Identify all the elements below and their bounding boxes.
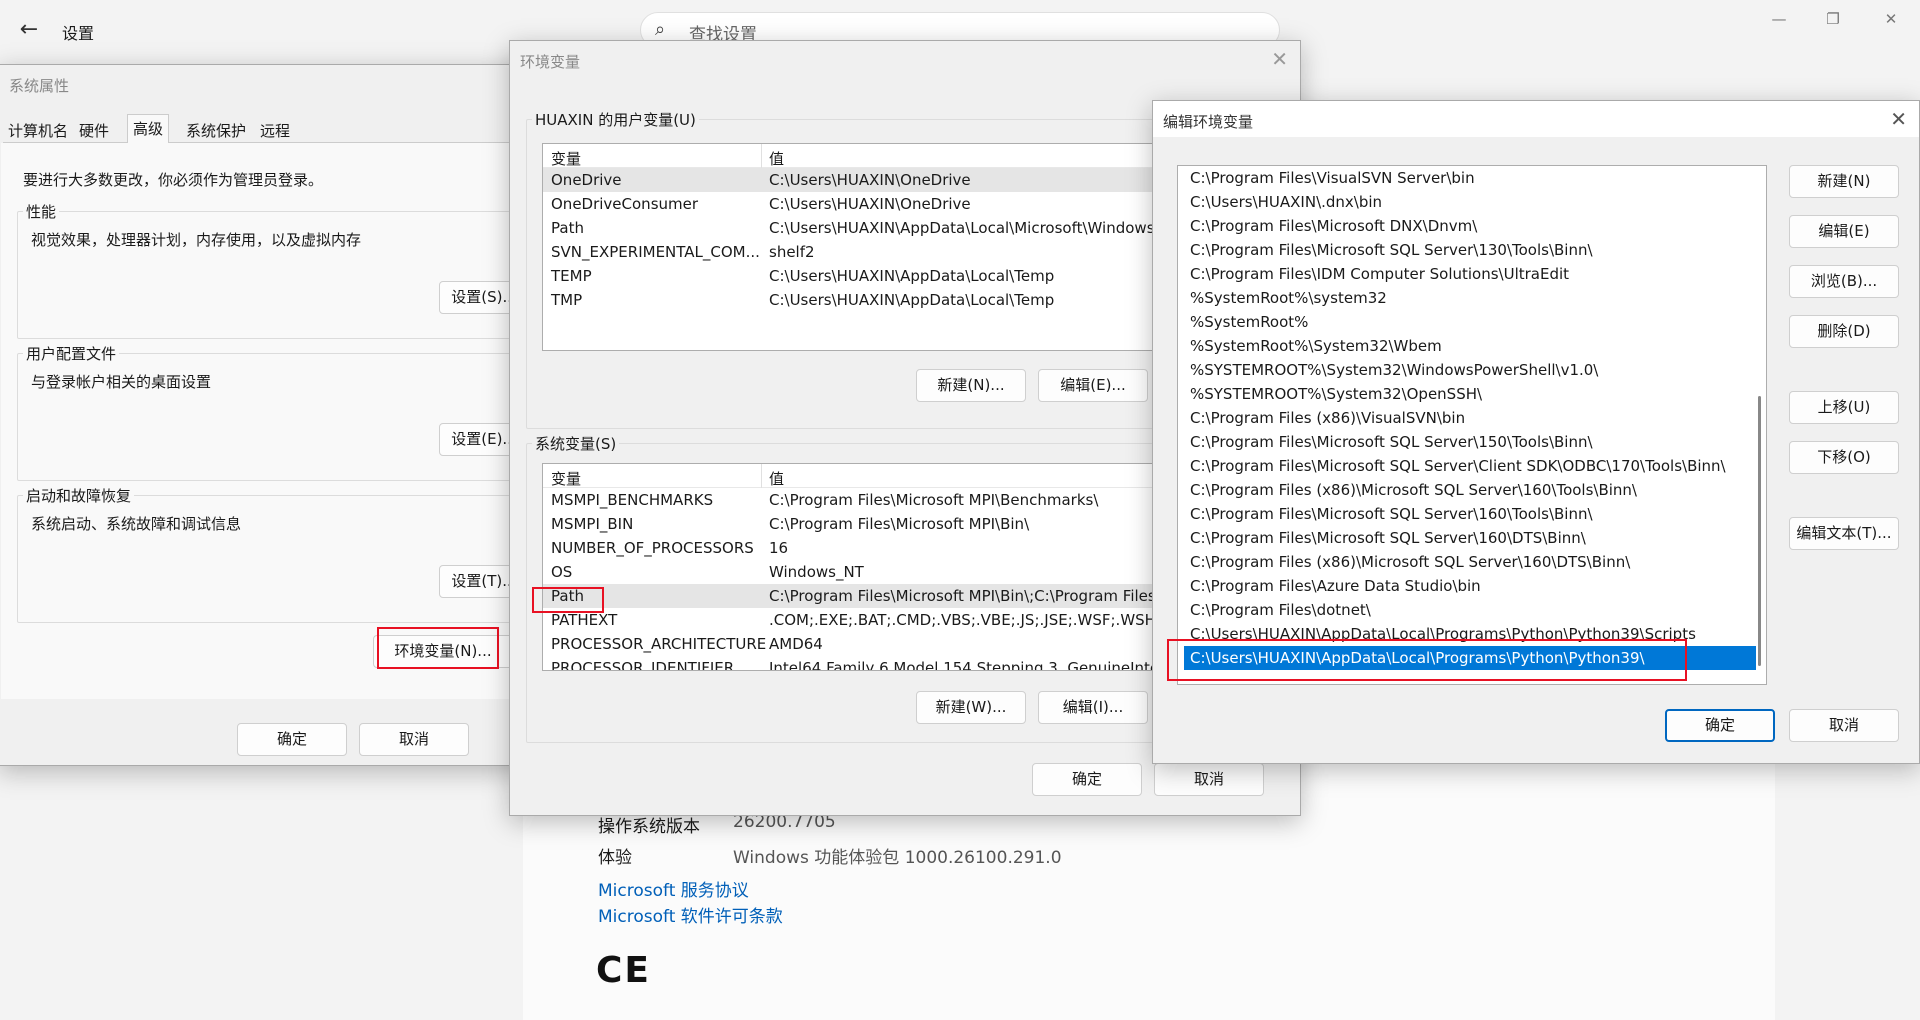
list-item[interactable]: %SystemRoot%\System32\Wbem [1184, 334, 1756, 358]
tab-hardware[interactable]: 硬件 [74, 117, 114, 143]
edit-text-button[interactable]: 编辑文本(T)... [1789, 517, 1899, 550]
list-item[interactable]: C:\Program Files\dotnet\ [1184, 598, 1756, 622]
list-item[interactable]: C:\Program Files\Azure Data Studio\bin [1184, 574, 1756, 598]
tab-system-protection[interactable]: 系统保护 [181, 117, 251, 143]
user-profiles-desc: 与登录帐户相关的桌面设置 [31, 373, 212, 391]
user-profiles-label: 用户配置文件 [23, 343, 120, 364]
list-item[interactable]: C:\Program Files\VisualSVN Server\bin [1184, 166, 1756, 190]
restore-icon[interactable]: ❐ [1818, 10, 1848, 32]
new-button[interactable]: 新建(N) [1789, 165, 1899, 198]
ce-mark: CE [596, 950, 652, 991]
browse-button[interactable]: 浏览(B)... [1789, 265, 1899, 298]
system-properties-dialog: 系统属性 计算机名 硬件 高级 系统保护 远程 要进行大多数更改，你必须作为管理… [0, 64, 559, 766]
cancel-button[interactable]: 取消 [359, 723, 469, 756]
highlight-box [377, 627, 499, 669]
list-item[interactable]: C:\Program Files (x86)\VisualSVN\bin [1184, 406, 1756, 430]
ok-button[interactable]: 确定 [1032, 763, 1142, 796]
ok-button[interactable]: 确定 [237, 723, 347, 756]
ok-button[interactable]: 确定 [1665, 709, 1775, 742]
experience-value: Windows 功能体验包 1000.26100.291.0 [733, 848, 1062, 868]
startup-recovery-label: 启动和故障恢复 [23, 485, 135, 506]
cancel-button[interactable]: 取消 [1789, 709, 1899, 742]
system-variables-label: 系统变量(S) [532, 433, 620, 454]
list-item[interactable]: C:\Program Files\Microsoft DNX\Dnvm\ [1184, 214, 1756, 238]
list-item[interactable]: C:\Program Files\Microsoft SQL Server\16… [1184, 502, 1756, 526]
edit-environment-variable-dialog: 编辑环境变量 ✕ C:\Program Files\VisualSVN Serv… [1152, 100, 1920, 764]
system-edit-button[interactable]: 编辑(I)... [1038, 691, 1148, 724]
tab-advanced[interactable]: 高级 [127, 114, 170, 144]
close-icon[interactable]: ✕ [1890, 107, 1907, 131]
user-edit-button[interactable]: 编辑(E)... [1038, 369, 1148, 402]
list-item[interactable]: %SYSTEMROOT%\System32\OpenSSH\ [1184, 382, 1756, 406]
license-terms-link[interactable]: Microsoft 软件许可条款 [598, 902, 783, 927]
list-item[interactable]: C:\Program Files (x86)\Microsoft SQL Ser… [1184, 478, 1756, 502]
list-item[interactable]: C:\Program Files\Microsoft SQL Server\16… [1184, 526, 1756, 550]
tab-computer-name[interactable]: 计算机名 [3, 117, 73, 143]
close-icon[interactable]: ✕ [1271, 47, 1288, 71]
tab-remote[interactable]: 远程 [255, 117, 295, 143]
cancel-button[interactable]: 取消 [1154, 763, 1264, 796]
performance-desc: 视觉效果，处理器计划，内存使用，以及虚拟内存 [31, 231, 362, 249]
move-down-button[interactable]: 下移(O) [1789, 441, 1899, 474]
column-value[interactable]: 值 [769, 148, 784, 169]
experience-label: 体验 [598, 848, 632, 868]
scrollbar[interactable] [1758, 396, 1761, 666]
dialog-title: 环境变量 [510, 41, 1300, 77]
list-item[interactable]: C:\Program Files\Microsoft SQL Server\Cl… [1184, 454, 1756, 478]
column-value[interactable]: 值 [769, 468, 784, 489]
dialog-title: 系统属性 [0, 65, 557, 101]
move-up-button[interactable]: 上移(U) [1789, 391, 1899, 424]
user-variables-label: HUAXIN 的用户变量(U) [532, 109, 699, 130]
path-list[interactable]: C:\Program Files\VisualSVN Server\bin C:… [1177, 165, 1767, 685]
list-item[interactable]: %SYSTEMROOT%\System32\WindowsPowerShell\… [1184, 358, 1756, 382]
back-arrow-icon[interactable]: ← [14, 18, 44, 44]
dialog-title: 编辑环境变量 [1153, 101, 1919, 137]
highlight-box [1167, 639, 1687, 681]
column-variable[interactable]: 变量 [551, 468, 581, 489]
search-icon: ⌕ [655, 19, 666, 40]
startup-recovery-desc: 系统启动、系统故障和调试信息 [31, 515, 242, 533]
system-new-button[interactable]: 新建(W)... [916, 691, 1026, 724]
close-icon[interactable]: ✕ [1876, 10, 1906, 32]
list-item[interactable]: C:\Program Files\Microsoft SQL Server\13… [1184, 238, 1756, 262]
list-item[interactable]: C:\Program Files\IDM Computer Solutions\… [1184, 262, 1756, 286]
minimize-icon[interactable]: — [1764, 10, 1794, 32]
tab-page: 要进行大多数更改，你必须作为管理员登录。 性能 视觉效果，处理器计划，内存使用，… [1, 143, 557, 699]
service-agreement-link[interactable]: Microsoft 服务协议 [598, 876, 749, 901]
admin-note: 要进行大多数更改，你必须作为管理员登录。 [23, 171, 324, 189]
list-item[interactable]: C:\Users\HUAXIN\.dnx\bin [1184, 190, 1756, 214]
list-item[interactable]: C:\Program Files\Microsoft SQL Server\15… [1184, 430, 1756, 454]
edit-button[interactable]: 编辑(E) [1789, 215, 1899, 248]
delete-button[interactable]: 删除(D) [1789, 315, 1899, 348]
tab-bar: 计算机名 硬件 高级 系统保护 远程 [3, 114, 559, 144]
list-item[interactable]: C:\Program Files (x86)\Microsoft SQL Ser… [1184, 550, 1756, 574]
highlight-box [532, 587, 604, 613]
settings-title: 设置 [62, 24, 95, 43]
performance-label: 性能 [23, 201, 60, 222]
list-item[interactable]: %SystemRoot%\system32 [1184, 286, 1756, 310]
user-new-button[interactable]: 新建(N)... [916, 369, 1026, 402]
list-item[interactable]: %SystemRoot% [1184, 310, 1756, 334]
column-variable[interactable]: 变量 [551, 148, 581, 169]
